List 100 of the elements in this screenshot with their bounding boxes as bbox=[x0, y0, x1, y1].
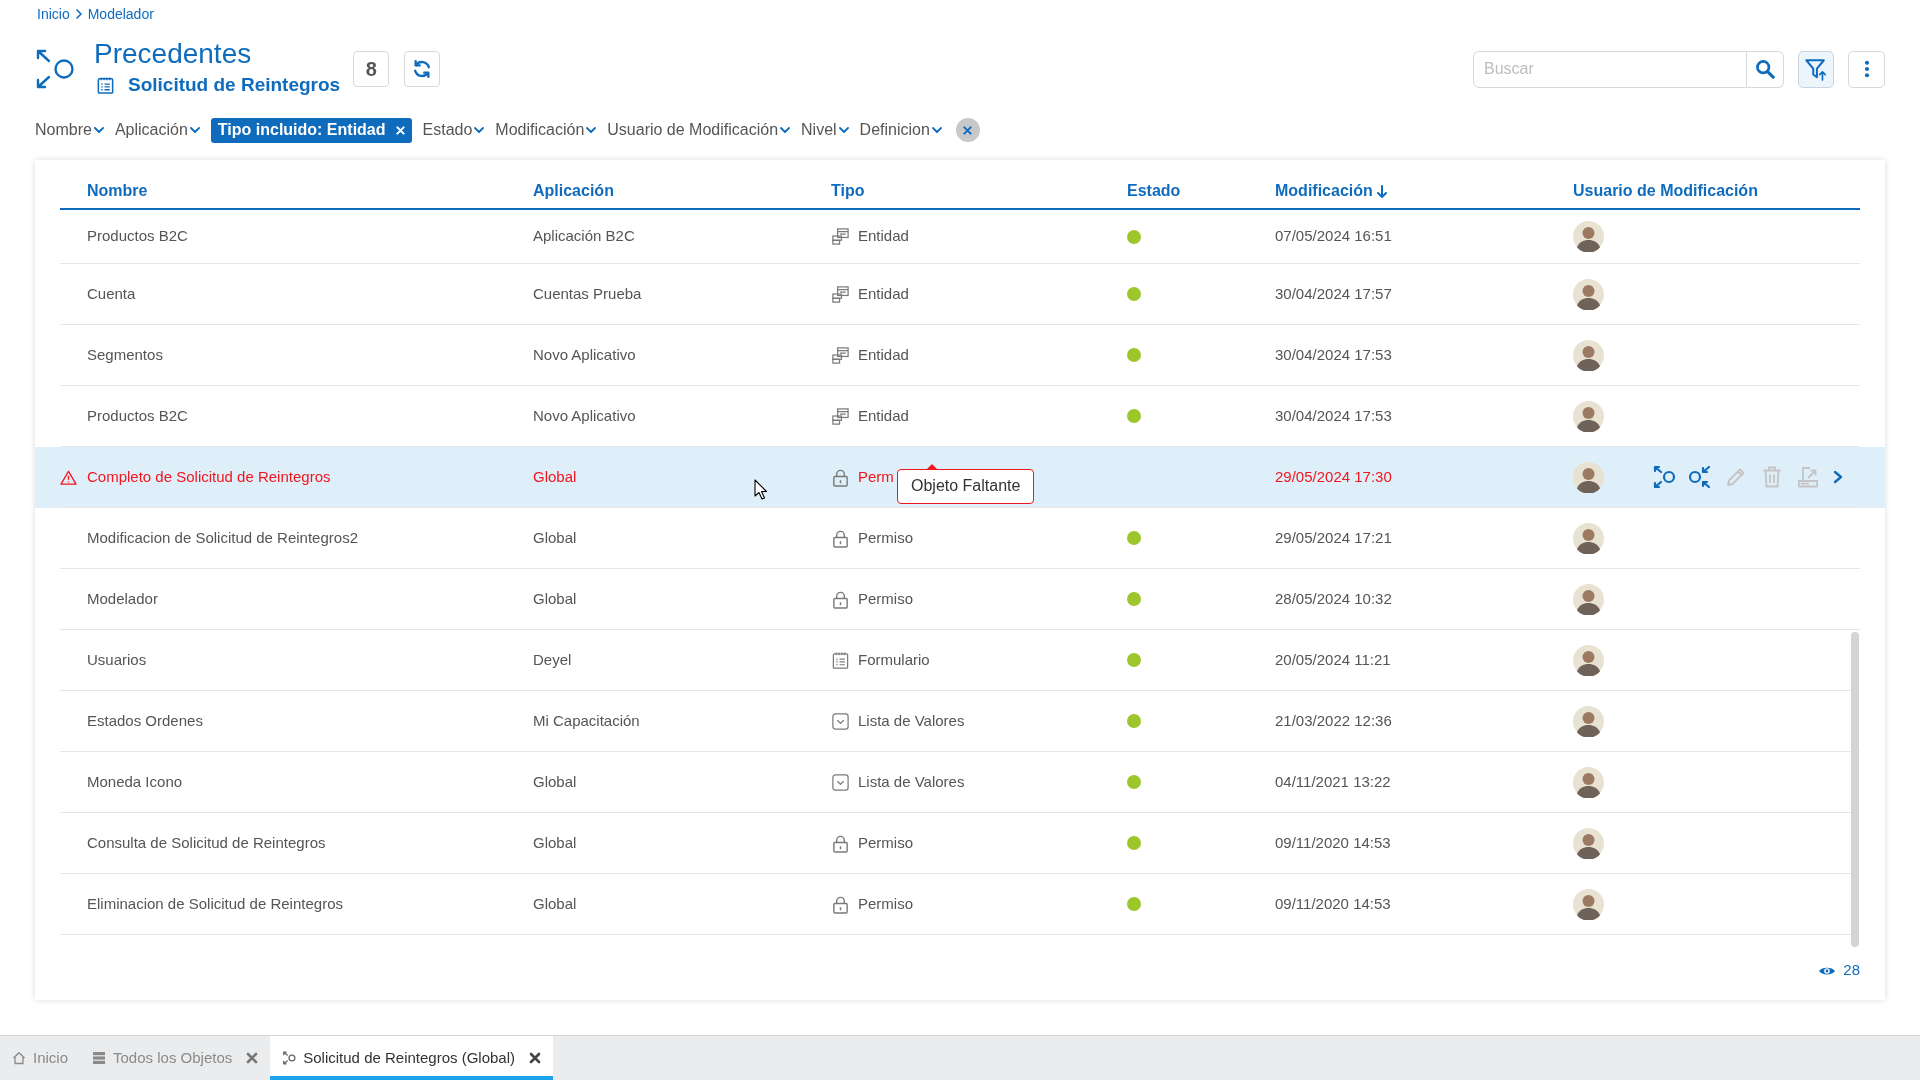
modified-date: 29/05/2024 17:30 bbox=[1275, 466, 1392, 487]
table-row[interactable]: Estados Ordenes Mi Capacitación Lista de Valores 21/03/2022 12:36 bbox=[35, 691, 1885, 752]
tab[interactable]: Solicitud de Reintegros (Global) bbox=[270, 1036, 554, 1080]
application-name: Global bbox=[533, 771, 577, 792]
avatar-icon bbox=[1573, 827, 1604, 859]
home-icon bbox=[12, 1051, 26, 1065]
filter-button[interactable] bbox=[1798, 50, 1834, 88]
refresh-button[interactable] bbox=[404, 51, 441, 87]
table-row[interactable]: Modificacion de Solicitud de Reintegros2 Global Permiso 29/05/2024 17:21 bbox=[35, 508, 1885, 569]
avatar-icon bbox=[1573, 278, 1604, 310]
avatar-icon bbox=[1573, 221, 1604, 252]
chevron-down-icon bbox=[586, 127, 597, 133]
stacked-windows-icon bbox=[831, 227, 850, 246]
warning-icon bbox=[60, 469, 77, 485]
filter-dropdown[interactable]: Usuario de Modificación bbox=[607, 118, 791, 142]
modified-date: 09/11/2020 14:53 bbox=[1275, 832, 1391, 853]
modified-date: 30/04/2024 17:57 bbox=[1275, 283, 1392, 304]
visible-count: 28 bbox=[1843, 960, 1860, 981]
notepad-icon bbox=[96, 75, 115, 95]
application-name: Novo Aplicativo bbox=[533, 405, 636, 426]
filter-dropdown[interactable]: Definicion bbox=[859, 118, 942, 142]
filter-chip[interactable]: Tipo incluido: Entidad bbox=[210, 117, 412, 143]
table-row[interactable]: Segmentos Novo Aplicativo Entidad 30/04/2024 17:53 bbox=[35, 325, 1885, 386]
table-row[interactable]: Eliminacion de Solicitud de Reintegros Global Permiso 09/11/2020 14:53 bbox=[35, 874, 1885, 935]
column-header[interactable]: Nombre bbox=[87, 181, 148, 201]
column-header[interactable]: Usuario de Modificación bbox=[1573, 181, 1758, 201]
chevron-down-icon bbox=[780, 127, 791, 133]
avatar-icon bbox=[1573, 461, 1604, 493]
more-button[interactable] bbox=[1848, 50, 1885, 88]
chevron-down-icon bbox=[189, 127, 200, 133]
column-header[interactable]: Estado bbox=[1127, 181, 1181, 201]
filter-dropdown[interactable]: Nombre bbox=[35, 118, 104, 142]
dropdown-box-icon bbox=[831, 711, 850, 731]
application-name: Global bbox=[533, 527, 577, 548]
modified-date: 30/04/2024 17:53 bbox=[1275, 405, 1392, 426]
object-type: Permiso bbox=[858, 588, 913, 609]
filter-dropdown[interactable]: Nivel bbox=[801, 118, 849, 142]
lock-icon bbox=[831, 589, 850, 609]
outward-arrows-icon bbox=[35, 48, 75, 90]
table-row[interactable]: Usuarios Deyel Formulario 20/05/2024 11:21 bbox=[35, 630, 1885, 691]
result-count: 8 bbox=[353, 51, 390, 87]
filter-dropdown[interactable]: Modificación bbox=[495, 118, 597, 142]
dropdown-box-icon bbox=[831, 772, 850, 792]
stacked-windows-icon bbox=[831, 284, 850, 304]
object-type: Lista de Valores bbox=[858, 771, 965, 792]
avatar-icon bbox=[1573, 888, 1604, 920]
close-icon bbox=[963, 125, 973, 135]
column-header[interactable]: Modificación bbox=[1275, 181, 1387, 201]
object-type: Entidad bbox=[858, 405, 909, 426]
modified-date: 21/03/2022 12:36 bbox=[1275, 710, 1392, 731]
object-name: Productos B2C bbox=[87, 405, 188, 426]
avatar-icon bbox=[1573, 522, 1604, 554]
filter-dropdown[interactable]: Estado bbox=[422, 118, 485, 142]
table-row[interactable]: Moneda Icono Global Lista de Valores 04/11/2021 13:22 bbox=[35, 752, 1885, 813]
object-type: Entidad bbox=[858, 344, 909, 365]
filter-dropdown[interactable]: Aplicación bbox=[114, 118, 200, 142]
avatar-icon bbox=[1573, 644, 1604, 676]
avatar-icon bbox=[1573, 400, 1604, 432]
outward-arrows-icon bbox=[282, 1051, 297, 1065]
modified-date: 04/11/2021 13:22 bbox=[1275, 771, 1391, 792]
table-row[interactable]: Productos B2C Novo Aplicativo Entidad 30/04/2024 17:53 bbox=[35, 386, 1885, 447]
column-header[interactable]: Tipo bbox=[831, 181, 865, 201]
clear-filters-button[interactable] bbox=[955, 118, 980, 142]
application-name: Global bbox=[533, 588, 577, 609]
outward-arrows-icon[interactable] bbox=[1652, 465, 1676, 489]
table-row[interactable]: Cuenta Cuentas Prueba Entidad 30/04/2024 17:57 bbox=[35, 264, 1885, 325]
chevron-down-icon bbox=[474, 127, 485, 133]
application-name: Global bbox=[533, 466, 577, 487]
column-header[interactable]: Aplicación bbox=[533, 181, 614, 201]
object-name: Consulta de Solicitud de Reintegros bbox=[87, 832, 326, 853]
close-icon[interactable] bbox=[529, 1052, 542, 1064]
inward-arrows-icon[interactable] bbox=[1688, 465, 1712, 489]
avatar-icon bbox=[1573, 766, 1604, 798]
object-name: Completo de Solicitud de Reintegros bbox=[87, 466, 331, 487]
table-row[interactable]: Modelador Global Permiso 28/05/2024 10:32 bbox=[35, 569, 1885, 630]
lock-icon bbox=[831, 528, 850, 548]
table-row[interactable]: Productos B2C Aplicación B2C Entidad 07/05/2024 16:51 bbox=[35, 210, 1885, 264]
breadcrumb-link[interactable]: Inicio bbox=[37, 3, 70, 25]
stacked-windows-icon bbox=[831, 345, 850, 365]
object-name: Modelador bbox=[87, 588, 158, 609]
search-icon bbox=[1755, 59, 1775, 79]
table-row[interactable]: Consulta de Solicitud de Reintegros Global Permiso 09/11/2020 14:53 bbox=[35, 813, 1885, 874]
application-name: Aplicación B2C bbox=[533, 226, 635, 247]
search-field[interactable]: Buscar bbox=[1473, 50, 1747, 88]
modified-date: 07/05/2024 16:51 bbox=[1275, 226, 1392, 247]
object-type: Entidad bbox=[858, 226, 909, 247]
chevron-right-icon bbox=[75, 9, 82, 19]
search-button[interactable] bbox=[1747, 50, 1784, 88]
object-type: Permiso bbox=[858, 893, 913, 914]
object-name: Estados Ordenes bbox=[87, 710, 203, 731]
application-name: Novo Aplicativo bbox=[533, 344, 636, 365]
modified-date: 30/04/2024 17:53 bbox=[1275, 344, 1392, 365]
mouse-cursor-icon bbox=[754, 479, 768, 500]
avatar-icon bbox=[1573, 583, 1604, 615]
scrollbar[interactable] bbox=[1851, 632, 1859, 947]
application-name: Mi Capacitación bbox=[533, 710, 640, 731]
table-row[interactable]: Completo de Solicitud de Reintegros Global Perm Objeto Faltante 29/05/2024 17:30 bbox=[35, 447, 1885, 508]
object-type: Permiso bbox=[858, 527, 913, 548]
breadcrumb-link[interactable]: Modelador bbox=[87, 3, 154, 25]
more-icon bbox=[1863, 60, 1870, 78]
